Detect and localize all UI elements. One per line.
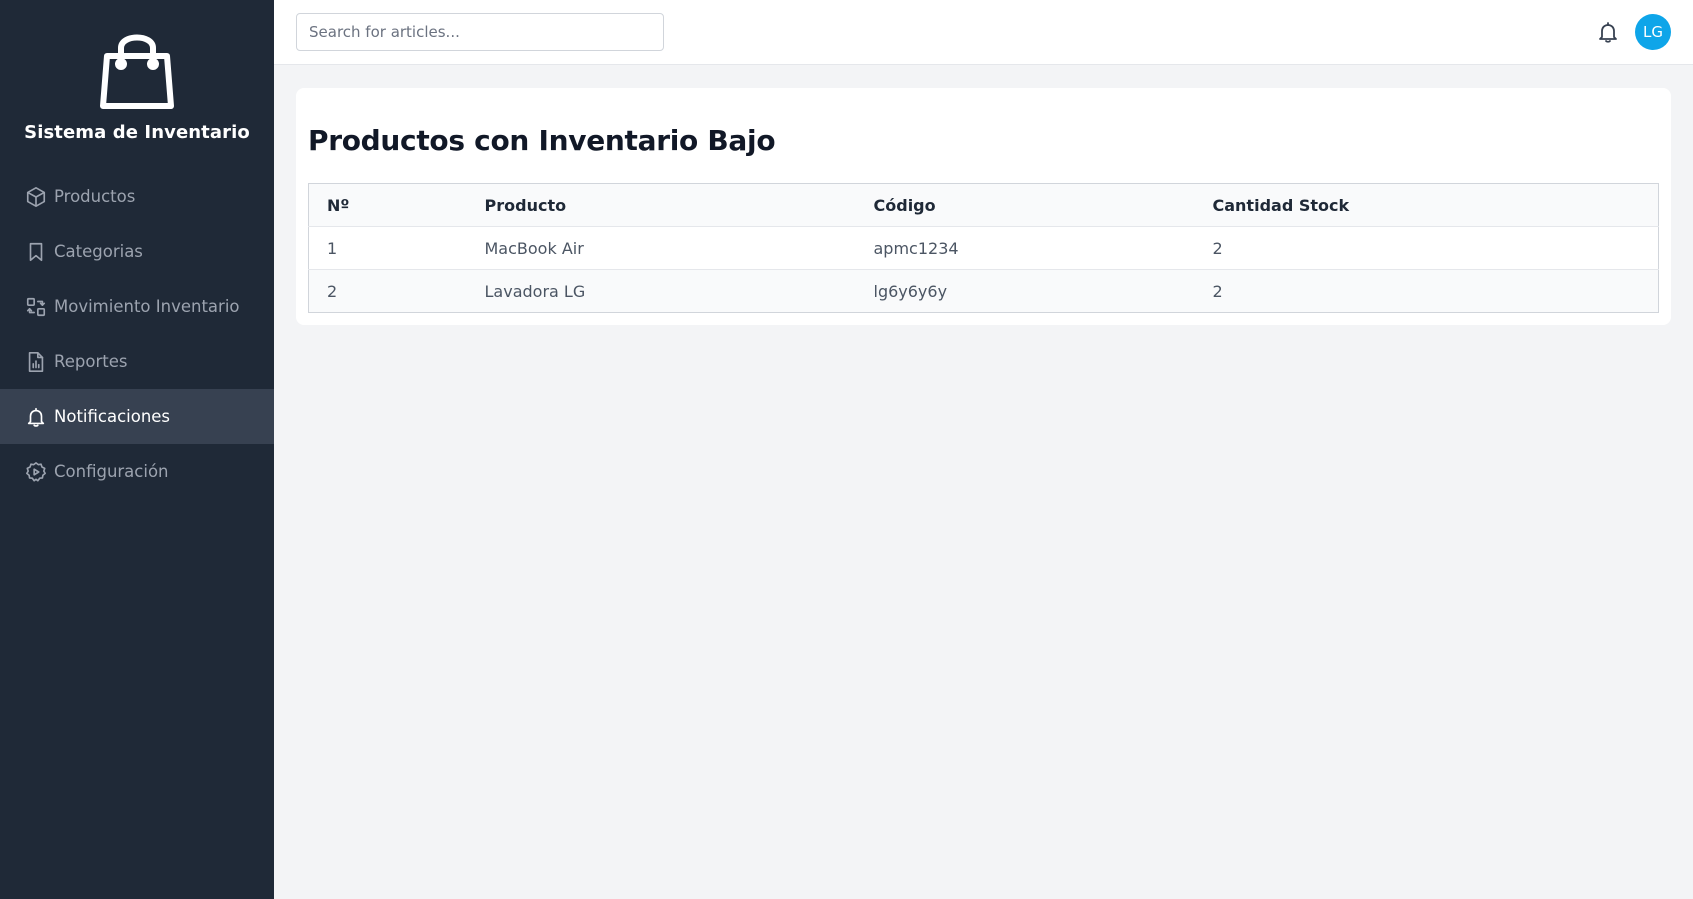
sidebar-item-label: Movimiento Inventario	[54, 297, 240, 316]
sidebar-item-notificaciones[interactable]: Notificaciones	[0, 389, 274, 444]
sidebar-item-configuracion[interactable]: Configuración	[0, 444, 274, 499]
cell-stock: 2	[1194, 269, 1659, 313]
cell-code: lg6y6y6y	[855, 269, 1195, 313]
report-icon	[24, 350, 48, 374]
column-header-number: Nº	[308, 183, 467, 227]
column-header-code: Código	[855, 183, 1195, 227]
topbar: LG	[274, 0, 1693, 65]
brand: Sistema de Inventario	[0, 0, 274, 143]
sidebar-item-label: Categorias	[54, 242, 143, 261]
column-header-stock: Cantidad Stock	[1194, 183, 1659, 227]
sidebar-item-movimiento-inventario[interactable]: Movimiento Inventario	[0, 279, 274, 334]
cell-code: apmc1234	[855, 226, 1195, 270]
sidebar-item-productos[interactable]: Productos	[0, 169, 274, 224]
sidebar-item-label: Notificaciones	[54, 407, 171, 426]
sidebar-item-reportes[interactable]: Reportes	[0, 334, 274, 389]
bookmark-icon	[24, 240, 48, 264]
cell-number: 2	[308, 269, 467, 313]
cube-icon	[24, 185, 48, 209]
sidebar: Sistema de Inventario Productos Categori…	[0, 0, 274, 899]
avatar[interactable]: LG	[1635, 14, 1671, 50]
app-root: Sistema de Inventario Productos Categori…	[0, 0, 1693, 899]
main-area: LG Productos con Inventario Bajo Nº Prod…	[274, 0, 1693, 899]
settings-icon	[24, 460, 48, 484]
sidebar-item-label: Configuración	[54, 462, 169, 481]
brand-title: Sistema de Inventario	[24, 122, 250, 143]
column-header-product: Producto	[466, 183, 856, 227]
topbar-actions: LG	[1595, 14, 1671, 50]
sidebar-nav: Productos Categorias Movimiento Inventar…	[0, 169, 274, 499]
cell-product: MacBook Air	[466, 226, 856, 270]
content: Productos con Inventario Bajo Nº Product…	[274, 65, 1693, 348]
search-input[interactable]	[296, 13, 664, 51]
table-row: 1 MacBook Air apmc1234 2	[308, 226, 1659, 270]
sidebar-item-label: Reportes	[54, 352, 128, 371]
transfer-icon	[24, 295, 48, 319]
notification-bell-icon[interactable]	[1595, 19, 1621, 45]
page-title: Productos con Inventario Bajo	[308, 124, 776, 157]
table-row: 2 Lavadora LG lg6y6y6y 2	[308, 269, 1659, 313]
low-stock-card: Productos con Inventario Bajo Nº Product…	[296, 88, 1671, 325]
bell-icon	[24, 405, 48, 429]
table-header-row: Nº Producto Código Cantidad Stock	[308, 183, 1659, 227]
cell-stock: 2	[1194, 226, 1659, 270]
shopping-bag-icon	[100, 34, 174, 109]
cell-number: 1	[308, 226, 467, 270]
sidebar-item-label: Productos	[54, 187, 136, 206]
low-stock-table: Nº Producto Código Cantidad Stock 1 MacB…	[308, 183, 1659, 313]
cell-product: Lavadora LG	[466, 269, 856, 313]
sidebar-item-categorias[interactable]: Categorias	[0, 224, 274, 279]
